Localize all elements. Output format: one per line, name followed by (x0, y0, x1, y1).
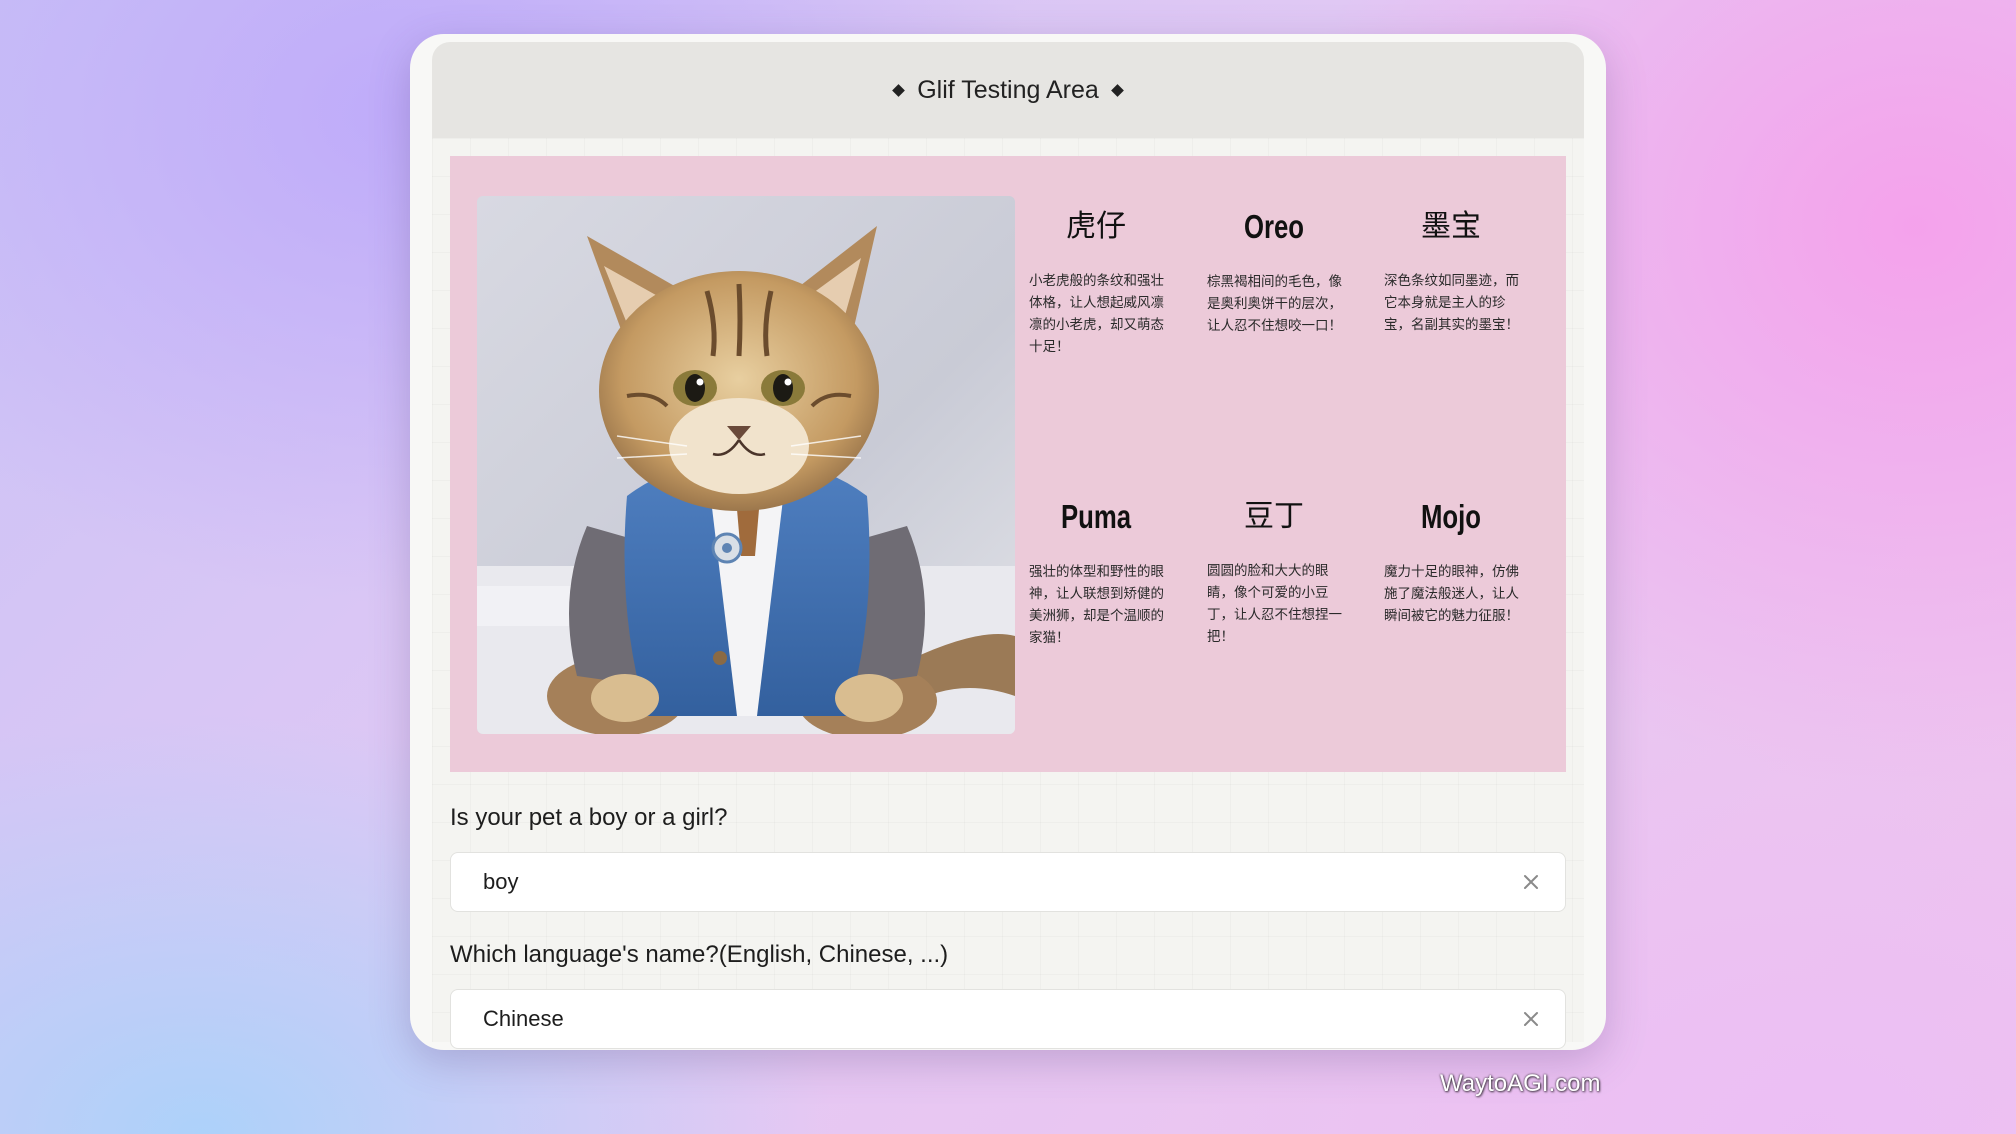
pet-name-description: 棕黑褐相间的毛色，像是奥利奥饼干的层次，让人忍不住想咬一口！ (1207, 274, 1342, 334)
testing-area-content: 虎仔 小老虎般的条纹和强壮体格，让人想起威风凛凛的小老虎，却又萌态十足！ Ore… (432, 138, 1584, 1049)
pet-name-description: 深色条纹如同墨迹，而它本身就是主人的珍宝，名副其实的墨宝！ (1384, 273, 1519, 333)
clear-gender-button[interactable] (1511, 862, 1551, 902)
language-question-label: Which language's name?(English, Chinese,… (450, 941, 949, 968)
glif-window: Glif Testing Area 虎仔 小老虎般的条纹和强壮体格，让人想起威风… (410, 34, 1606, 1050)
pet-name: Puma (1060, 498, 1132, 535)
gender-input[interactable]: boy (450, 852, 1566, 912)
name-card: Puma 强壮的体型和野性的眼神，让人联想到矫健的美洲狮，却是个温顺的家猫！ (1025, 486, 1167, 649)
name-card: Oreo 棕黑褐相间的毛色，像是奥利奥饼干的层次，让人忍不住想咬一口！ (1203, 196, 1345, 337)
gender-input-value[interactable]: boy (483, 869, 1511, 895)
clear-language-button[interactable] (1511, 999, 1551, 1039)
pet-name: 豆丁 (1244, 499, 1304, 534)
pet-name-description: 强壮的体型和野性的眼神，让人联想到矫健的美洲狮，却是个温顺的家猫！ (1029, 564, 1164, 646)
result-card: 虎仔 小老虎般的条纹和强壮体格，让人想起威风凛凛的小老虎，却又萌态十足！ Ore… (450, 156, 1566, 772)
name-card: 墨宝 深色条纹如同墨迹，而它本身就是主人的珍宝，名副其实的墨宝！ (1380, 196, 1522, 336)
watermark: WaytoAGI.com (1440, 1070, 1601, 1097)
close-icon (1524, 1012, 1538, 1026)
gender-question-label: Is your pet a boy or a girl? (450, 804, 728, 831)
pet-name: 墨宝 (1421, 209, 1481, 244)
pet-name-description: 圆圆的脸和大大的眼睛，像个可爱的小豆丁，让人忍不住想捏一把！ (1207, 563, 1342, 645)
close-icon (1524, 875, 1538, 889)
language-input-value[interactable]: Chinese (483, 1006, 1511, 1032)
pet-name-grid: 虎仔 小老虎般的条纹和强壮体格，让人想起威风凛凛的小老虎，却又萌态十足！ Ore… (1025, 196, 1560, 736)
pet-name: 虎仔 (1066, 209, 1126, 244)
name-card: Mojo 魔力十足的眼神，仿佛施了魔法般迷人，让人瞬间被它的魅力征服！ (1380, 486, 1522, 627)
language-input[interactable]: Chinese (450, 989, 1566, 1049)
pet-name: Mojo (1420, 498, 1482, 535)
name-card: 豆丁 圆圆的脸和大大的眼睛，像个可爱的小豆丁，让人忍不住想捏一把！ (1203, 486, 1345, 648)
pet-name-description: 小老虎般的条纹和强壮体格，让人想起威风凛凛的小老虎，却又萌态十足！ (1029, 273, 1164, 355)
pet-name: Oreo (1243, 208, 1305, 245)
diamond-icon (892, 83, 906, 97)
window-title: Glif Testing Area (917, 75, 1099, 104)
name-card: 虎仔 小老虎般的条纹和强壮体格，让人想起威风凛凛的小老虎，却又萌态十足！ (1025, 196, 1167, 358)
diamond-icon (1110, 83, 1124, 97)
cat-image (477, 196, 1015, 734)
window-titlebar: Glif Testing Area (432, 42, 1584, 138)
pet-name-description: 魔力十足的眼神，仿佛施了魔法般迷人，让人瞬间被它的魅力征服！ (1384, 564, 1519, 624)
